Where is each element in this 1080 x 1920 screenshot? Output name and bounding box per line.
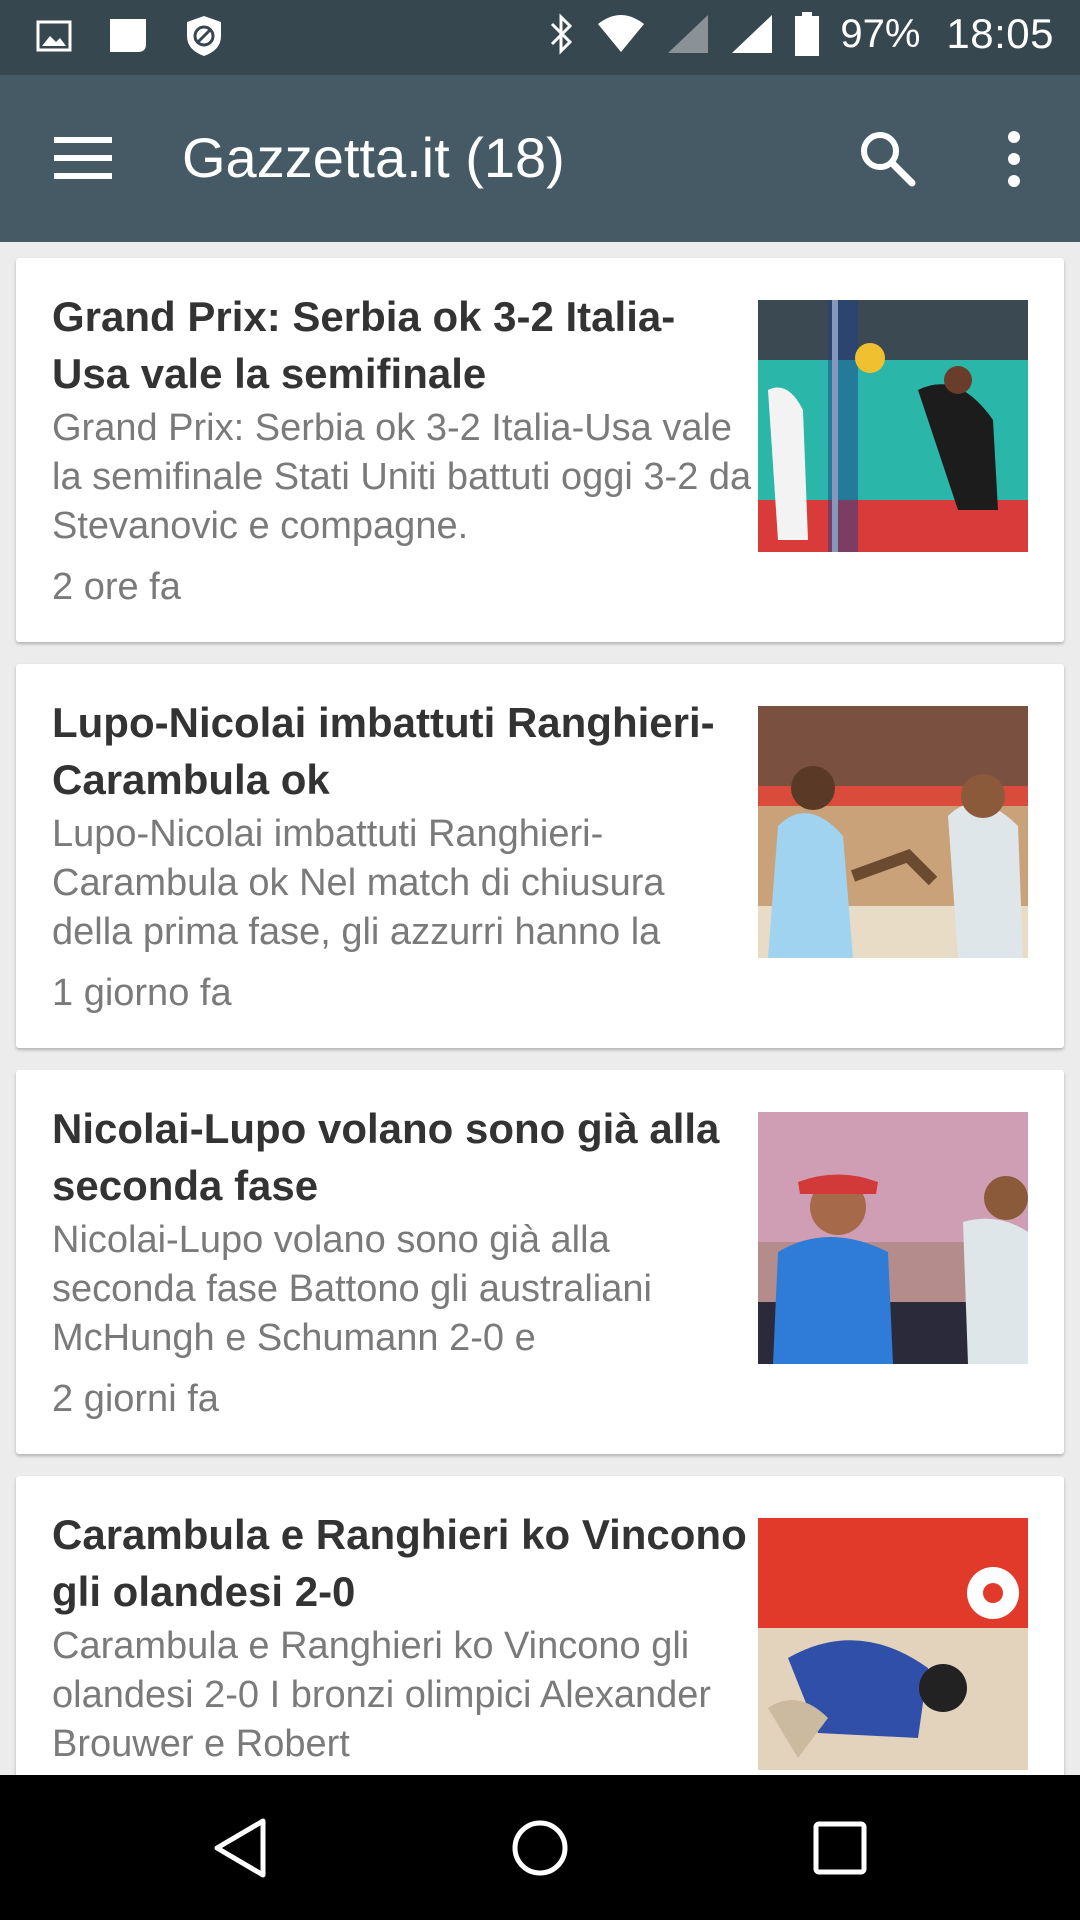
- shield-icon: [184, 14, 224, 58]
- wifi-icon: [596, 14, 646, 54]
- recents-icon: [813, 1821, 867, 1875]
- article-card[interactable]: Grand Prix: Serbia ok 3-2 Italia-Usa val…: [16, 258, 1064, 642]
- article-list[interactable]: Grand Prix: Serbia ok 3-2 Italia-Usa val…: [0, 242, 1080, 1775]
- recents-button[interactable]: [805, 1813, 875, 1883]
- home-icon: [512, 1820, 568, 1876]
- image-icon: [36, 20, 72, 52]
- article-time: 2 ore fa: [52, 566, 181, 608]
- chat-icon: [106, 16, 150, 56]
- hamburger-icon: [54, 137, 112, 179]
- battery-percent: 97%: [840, 11, 921, 56]
- clock: 18:05: [946, 10, 1054, 57]
- back-button[interactable]: [205, 1813, 275, 1883]
- signal-icon: [666, 13, 710, 55]
- back-icon: [214, 1818, 266, 1878]
- article-time: 2 giorni fa: [52, 1378, 219, 1420]
- menu-button[interactable]: [52, 133, 114, 183]
- more-vert-icon: [1008, 131, 1020, 187]
- search-icon: [861, 132, 916, 187]
- article-card[interactable]: Lupo-Nicolai imbattuti Ranghieri-Carambu…: [16, 664, 1064, 1048]
- article-thumbnail: [758, 706, 1028, 958]
- article-title: Carambula e Ranghieri ko Vincono gli ola…: [52, 1511, 747, 1615]
- article-thumbnail: [758, 1112, 1028, 1364]
- bluetooth-icon: [548, 12, 576, 56]
- battery-icon: [794, 12, 820, 56]
- article-title: Nicolai-Lupo volano sono già alla second…: [52, 1105, 720, 1209]
- article-card[interactable]: Nicolai-Lupo volano sono già alla second…: [16, 1070, 1064, 1454]
- navigation-bar: [0, 1775, 1080, 1920]
- search-button[interactable]: [856, 127, 920, 191]
- article-thumbnail: [758, 1518, 1028, 1770]
- article-summary: Nicolai-Lupo volano sono già alla second…: [52, 1219, 652, 1359]
- home-button[interactable]: [505, 1813, 575, 1883]
- article-title: Grand Prix: Serbia ok 3-2 Italia-Usa val…: [52, 293, 676, 397]
- article-summary: Grand Prix: Serbia ok 3-2 Italia-Usa val…: [52, 407, 752, 547]
- article-summary: Lupo-Nicolai imbattuti Ranghieri-Carambu…: [52, 813, 665, 953]
- article-card[interactable]: Carambula e Ranghieri ko Vincono gli ola…: [16, 1476, 1064, 1775]
- article-summary: Carambula e Ranghieri ko Vincono gli ola…: [52, 1625, 712, 1765]
- article-time: 1 giorno fa: [52, 972, 232, 1014]
- overflow-menu-button[interactable]: [996, 127, 1032, 191]
- signal-icon: [730, 13, 774, 55]
- article-thumbnail: [758, 300, 1028, 552]
- status-bar: 97% 18:05: [0, 0, 1080, 75]
- app-title: Gazzetta.it (18): [182, 126, 565, 189]
- app-bar: Gazzetta.it (18): [0, 75, 1080, 242]
- article-title: Lupo-Nicolai imbattuti Ranghieri-Carambu…: [52, 699, 715, 803]
